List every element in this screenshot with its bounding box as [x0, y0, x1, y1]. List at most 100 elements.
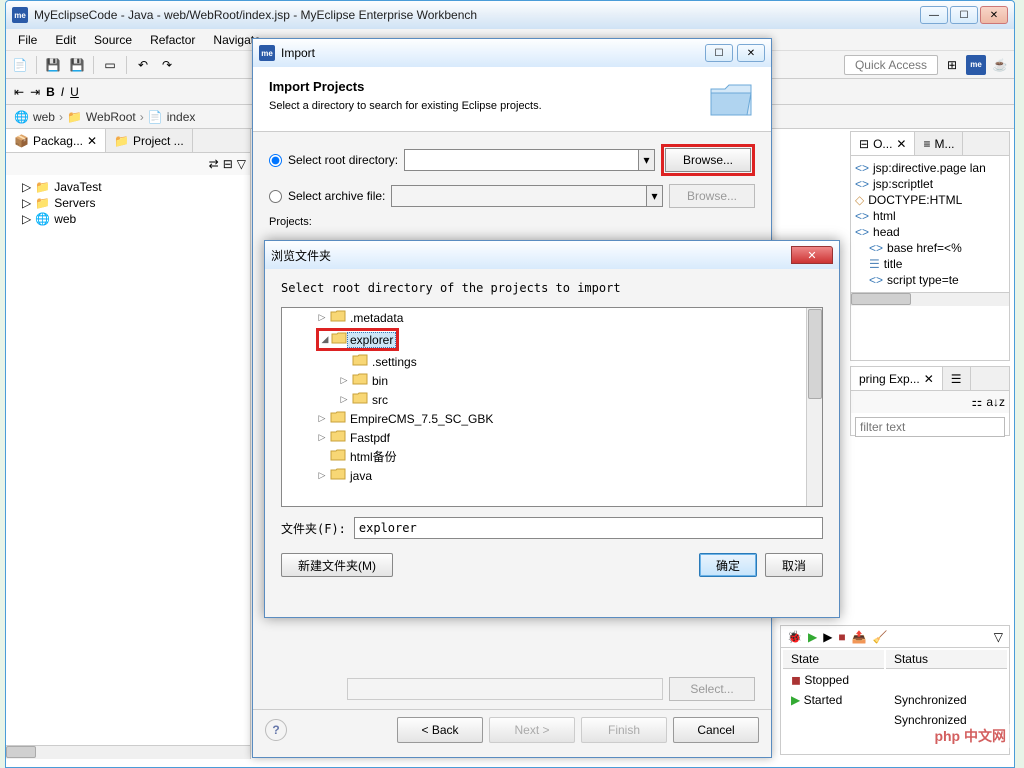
expand-icon[interactable]: ◢ — [319, 334, 331, 345]
italic-icon[interactable]: I — [61, 85, 64, 99]
underline-icon[interactable]: U — [70, 85, 79, 99]
spring-filter-input[interactable] — [855, 417, 1005, 437]
folder-label[interactable]: .settings — [370, 355, 419, 369]
clean-icon[interactable]: 🧹 — [873, 630, 888, 644]
folder-tree[interactable]: ▷ .metadata ◢ explorer .settings ▷ bin ▷ src ▷ Emp… — [281, 307, 823, 507]
folder-tree-item[interactable]: ▷ java — [282, 466, 822, 485]
archive-combo[interactable]: ▾ — [391, 185, 663, 207]
folder-label[interactable]: Fastpdf — [348, 431, 392, 445]
browse-close-button[interactable]: ✕ — [791, 246, 833, 264]
server-row[interactable]: ◼ Stopped — [783, 671, 1007, 689]
tab-outline[interactable]: ⊟ O... ✕ — [851, 132, 915, 155]
stop-icon[interactable]: ■ — [838, 630, 845, 644]
project-tree[interactable]: ▷📁JavaTest ▷📁Servers ▷🌐web — [6, 175, 250, 745]
help-icon[interactable]: ? — [265, 719, 287, 741]
filter-icon[interactable]: ⚏ — [972, 395, 983, 409]
expand-icon[interactable]: ▷ — [316, 432, 328, 443]
import-close-button[interactable]: ✕ — [737, 44, 765, 62]
breadcrumb-web[interactable]: web — [33, 110, 55, 124]
link-icon[interactable]: ⇄ — [209, 157, 219, 171]
indent-icon[interactable]: ⇥ — [30, 85, 40, 99]
me-perspective-icon[interactable]: me — [966, 55, 986, 75]
bold-icon[interactable]: B — [46, 85, 55, 99]
tab-other[interactable]: ☰ — [943, 367, 971, 390]
save-all-icon[interactable]: 💾 — [67, 55, 87, 75]
profile-icon[interactable]: ▶ — [823, 630, 832, 644]
outline-scrollbar[interactable] — [851, 292, 1009, 306]
archive-radio[interactable] — [269, 190, 282, 203]
java-perspective-icon[interactable]: ☕ — [990, 55, 1010, 75]
folder-label[interactable]: .metadata — [348, 311, 405, 325]
menu-file[interactable]: File — [10, 31, 45, 49]
root-dir-radio[interactable] — [269, 154, 282, 167]
back-button[interactable]: < Back — [397, 717, 483, 743]
outline-item[interactable]: <>script type=te — [855, 272, 1005, 288]
perspective-icon[interactable]: ⊞ — [942, 55, 962, 75]
undo-icon[interactable]: ↶ — [133, 55, 153, 75]
horizontal-scrollbar[interactable] — [6, 745, 250, 759]
folder-tree-item[interactable]: .settings — [282, 352, 822, 371]
outline-item[interactable]: <>base href=<% — [855, 240, 1005, 256]
sort-icon[interactable]: a↓z — [986, 395, 1005, 409]
outline-item[interactable]: <>html — [855, 208, 1005, 224]
ok-button[interactable]: 确定 — [699, 553, 757, 577]
folder-tree-item[interactable]: ▷ src — [282, 390, 822, 409]
path-input[interactable] — [354, 517, 823, 539]
tree-scrollbar[interactable] — [806, 308, 822, 506]
redo-icon[interactable]: ↷ — [157, 55, 177, 75]
col-state[interactable]: State — [783, 650, 884, 669]
folder-tree-item[interactable]: ▷ Fastpdf — [282, 428, 822, 447]
close-button[interactable]: ✕ — [980, 6, 1008, 24]
debug-icon[interactable]: 🐞 — [787, 630, 802, 644]
tab-minimap[interactable]: ≡ M... — [915, 132, 963, 155]
outline-item[interactable]: <>jsp:directive.page lan — [855, 160, 1005, 176]
folder-tree-item[interactable]: ▷ .metadata — [282, 308, 822, 327]
tab-project-explorer[interactable]: 📁 Project ... — [106, 129, 193, 152]
new-icon[interactable]: 📄 — [10, 55, 30, 75]
folder-label[interactable]: bin — [370, 374, 390, 388]
publish-icon[interactable]: 📤 — [852, 630, 867, 644]
folder-tree-item[interactable]: ◢ explorer — [282, 327, 822, 352]
expand-icon[interactable]: ▷ — [338, 375, 350, 386]
minimize-button[interactable]: — — [920, 6, 948, 24]
run-icon[interactable]: ▶ — [808, 630, 817, 644]
new-folder-button[interactable]: 新建文件夹(M) — [281, 553, 393, 577]
outdent-icon[interactable]: ⇤ — [14, 85, 24, 99]
outline-item[interactable]: <>jsp:scriptlet — [855, 176, 1005, 192]
tab-package-explorer[interactable]: 📦 Packag... ✕ — [6, 129, 106, 152]
view-menu-icon[interactable]: ▽ — [237, 157, 246, 171]
browse-cancel-button[interactable]: 取消 — [765, 553, 823, 577]
import-maximize-button[interactable]: ☐ — [705, 44, 733, 62]
tree-servers[interactable]: ▷📁Servers — [10, 195, 246, 211]
maximize-button[interactable]: ☐ — [950, 6, 978, 24]
outline-item[interactable]: ☰title — [855, 256, 1005, 272]
folder-tree-item[interactable]: ▷ EmpireCMS_7.5_SC_GBK — [282, 409, 822, 428]
breadcrumb-webroot[interactable]: WebRoot — [86, 110, 136, 124]
folder-label[interactable]: explorer — [347, 332, 396, 348]
save-icon[interactable]: 💾 — [43, 55, 63, 75]
tab-spring-explorer[interactable]: pring Exp... ✕ — [851, 367, 943, 390]
toggle-icon[interactable]: ▭ — [100, 55, 120, 75]
menu-edit[interactable]: Edit — [47, 31, 84, 49]
outline-item[interactable]: ◇DOCTYPE:HTML — [855, 192, 1005, 208]
expand-icon[interactable]: ▷ — [338, 394, 350, 405]
collapse-icon[interactable]: ⊟ — [223, 157, 233, 171]
expand-icon[interactable]: ▷ — [316, 413, 328, 424]
folder-label[interactable]: java — [348, 469, 374, 483]
expand-icon[interactable]: ▷ — [316, 470, 328, 481]
folder-label[interactable]: html备份 — [348, 448, 399, 465]
col-status[interactable]: Status — [886, 650, 1007, 669]
tree-javatest[interactable]: ▷📁JavaTest — [10, 179, 246, 195]
folder-label[interactable]: src — [370, 393, 390, 407]
tree-web[interactable]: ▷🌐web — [10, 211, 246, 227]
folder-label[interactable]: EmpireCMS_7.5_SC_GBK — [348, 412, 495, 426]
folder-tree-item[interactable]: html备份 — [282, 447, 822, 466]
chevron-down-icon[interactable]: ▾ — [638, 150, 654, 170]
menu-source[interactable]: Source — [86, 31, 140, 49]
outline-item[interactable]: <>head — [855, 224, 1005, 240]
browse-root-button[interactable]: Browse... — [665, 148, 751, 172]
expand-icon[interactable]: ▷ — [316, 312, 328, 323]
menu-refactor[interactable]: Refactor — [142, 31, 203, 49]
view-menu-icon[interactable]: ▽ — [994, 630, 1003, 644]
breadcrumb-index[interactable]: index — [167, 110, 196, 124]
